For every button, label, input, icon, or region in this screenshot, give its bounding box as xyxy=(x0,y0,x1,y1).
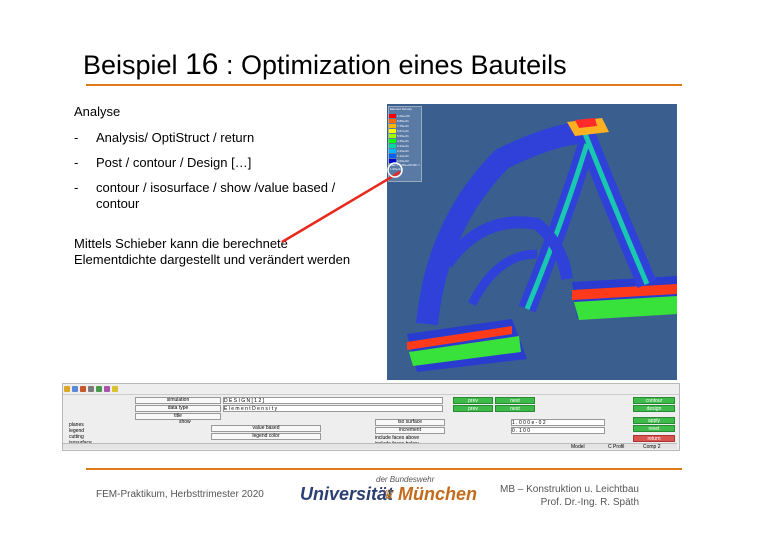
title-number: 16 xyxy=(185,48,219,81)
legend-foot: Max = 1.00e+00 Min = 1.00e-02 xyxy=(390,163,420,171)
logo-left-text: Universität xyxy=(300,484,394,504)
legend-value: 1.12e-01 xyxy=(397,153,409,158)
legend-swatch xyxy=(389,133,396,138)
eagle-icon: ♛ xyxy=(383,487,395,502)
increment-selector[interactable]: increment xyxy=(375,427,445,434)
legend-color-button[interactable]: legend color xyxy=(211,433,321,440)
legend-swatch xyxy=(389,128,396,133)
topology-model xyxy=(407,118,677,372)
datatype-selector[interactable]: data type xyxy=(135,405,221,412)
legend-swatch xyxy=(389,143,396,148)
title-selector[interactable]: title xyxy=(135,413,221,420)
legend-value: 3.34e-01 xyxy=(397,143,409,148)
legend-value: 4.45e-01 xyxy=(397,138,409,143)
open-icon[interactable] xyxy=(64,386,70,392)
reset-button[interactable]: reset xyxy=(633,425,675,432)
density-legend: Element Density 1.00e+00 8.89e-01 7.78e-01… xyxy=(388,106,422,182)
design-button[interactable]: design xyxy=(633,405,675,412)
post-panel: simulation D E S I G N [ 1 2 ] data type… xyxy=(62,383,680,451)
legend-swatch xyxy=(389,118,396,123)
legend-value: 1.00e-02 xyxy=(397,158,409,163)
contour-button[interactable]: contour xyxy=(633,397,675,404)
legend-value: 8.89e-01 xyxy=(397,118,409,123)
legend-value: 1.00e+00 xyxy=(397,113,410,118)
logo-right-text: München xyxy=(398,484,477,504)
title-prefix: Beispiel xyxy=(83,50,186,80)
chair-name: MB – Konstruktion u. Leichtbau xyxy=(500,484,639,495)
next-button[interactable]: next xyxy=(495,397,535,404)
legend-value: 7.78e-01 xyxy=(397,123,409,128)
datatype-value[interactable]: E l e m e n t D e n s i t y xyxy=(223,405,443,412)
note-text: Mittels Schieber kann die berechnete Ele… xyxy=(74,236,351,267)
title-suffix: : Optimization eines Bauteils xyxy=(218,50,567,80)
toolbar xyxy=(63,384,679,395)
status-profile: C Profil xyxy=(608,444,625,450)
legend-value: 6.67e-01 xyxy=(397,128,409,133)
simulation-selector[interactable]: simulation xyxy=(135,397,221,404)
bullet-list: Analysis/ OptiStruct / return Post / con… xyxy=(74,130,364,212)
delete-icon[interactable] xyxy=(80,386,86,392)
simulation-value[interactable]: D E S I G N [ 1 2 ] xyxy=(223,397,443,404)
iso-value-field[interactable]: 1 . 0 0 0 e - 0 2 xyxy=(511,419,605,426)
bullet-item: Post / contour / Design […] xyxy=(74,155,364,171)
view-icon[interactable] xyxy=(88,386,94,392)
content-heading: Analyse xyxy=(74,104,121,119)
legend-swatch xyxy=(389,113,396,118)
bullet-item: Analysis/ OptiStruct / return xyxy=(74,130,364,146)
legend-swatch xyxy=(389,138,396,143)
status-model: Model xyxy=(571,444,585,450)
university-logo: der Bundeswehr Universität ♛ München xyxy=(300,475,477,515)
legend-rows: 1.00e+00 8.89e-01 7.78e-01 6.67e-01 5.56e-01… xyxy=(389,113,421,163)
prev-button-2[interactable]: prev xyxy=(453,405,493,412)
status-comp: Comp 2 xyxy=(643,444,661,450)
model-viewport[interactable]: Element Density 1.00e+00 8.89e-01 7.78e-01… xyxy=(387,104,677,380)
footer-rule xyxy=(86,468,682,470)
next-button-2[interactable]: next xyxy=(495,405,535,412)
professor-name: Prof. Dr.-Ing. R. Späth xyxy=(540,497,639,508)
color-icon[interactable] xyxy=(104,386,110,392)
iso-surface-selector[interactable]: iso surface xyxy=(375,419,445,426)
bullet-item: contour / isosurface / show /value based… xyxy=(74,180,364,212)
legend-value: 5.56e-01 xyxy=(397,133,409,138)
course-name: FEM-Praktikum, Herbsttrimester 2020 xyxy=(96,489,264,500)
legend-swatch xyxy=(389,123,396,128)
legend-swatch xyxy=(389,148,396,153)
logo-top-text: der Bundeswehr xyxy=(376,475,435,484)
legend-value: 2.23e-01 xyxy=(397,148,409,153)
chair-info: MB – Konstruktion u. Leichtbau Prof. Dr.… xyxy=(493,483,639,509)
legend-swatch xyxy=(389,158,396,163)
value-based-button[interactable]: value based xyxy=(211,425,321,432)
save-icon[interactable] xyxy=(72,386,78,392)
status-bar: Model C Profil Comp 2 xyxy=(63,443,677,450)
prev-button[interactable]: prev xyxy=(453,397,493,404)
content-block: Analyse Analysis/ OptiStruct / return Po… xyxy=(74,104,364,268)
legend-swatch xyxy=(389,153,396,158)
mesh-icon[interactable] xyxy=(96,386,102,392)
show-checkbox[interactable]: show xyxy=(179,419,191,425)
title-rule xyxy=(86,84,682,86)
slide-title: Beispiel 16 : Optimization eines Bauteil… xyxy=(83,48,567,82)
return-button[interactable]: return xyxy=(633,435,675,442)
increment-field[interactable]: 0 . 1 0 0 xyxy=(511,427,605,434)
apply-button[interactable]: apply xyxy=(633,417,675,424)
star-icon[interactable] xyxy=(112,386,118,392)
